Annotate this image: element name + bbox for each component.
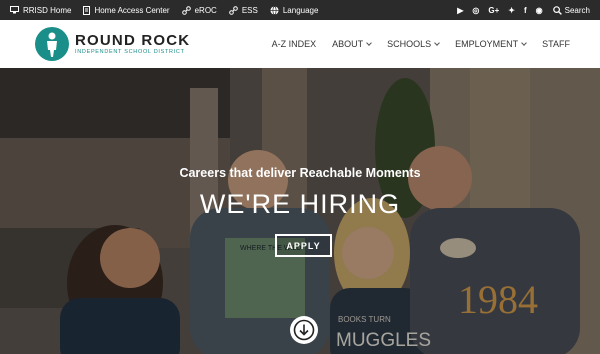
chevron-down-icon — [434, 40, 440, 46]
logo-subtitle: INDEPENDENT SCHOOL DISTRICT — [75, 49, 185, 55]
youtube-icon[interactable]: ▶ — [457, 6, 463, 15]
hero-title: WE'RE HIRING — [199, 189, 401, 219]
nav-item-label: EMPLOYMENT — [455, 39, 519, 49]
nav-item-staff[interactable]: STAFF — [542, 39, 570, 49]
search-icon — [552, 5, 562, 15]
topbar-link-label: Home Access Center — [94, 5, 170, 15]
instagram-icon[interactable]: ◎ — [472, 6, 479, 15]
topbar-link-label: ESS — [241, 5, 258, 15]
nav-item-label: A-Z INDEX — [271, 39, 317, 49]
logo-title: ROUND ROCK — [75, 32, 191, 49]
nav-item-label: SCHOOLS — [387, 39, 432, 49]
utility-bar: RRISD Home Home Access Center eROC ESS L… — [0, 0, 600, 20]
topbar-link-rrisd-home[interactable]: RRISD Home — [10, 6, 71, 15]
nav-item-about[interactable]: ABOUT — [332, 39, 372, 49]
search-link[interactable]: Search — [552, 5, 590, 15]
main-nav: A-Z INDEX ABOUT SCHOOLS EMPLOYMENT STAFF — [256, 39, 570, 49]
topbar-link-label: Language — [282, 5, 319, 15]
arrow-down-icon — [293, 319, 315, 341]
document-icon — [83, 5, 91, 15]
facebook-icon[interactable]: f — [524, 6, 527, 15]
rss-icon[interactable]: ◉ — [536, 6, 543, 15]
site-header: ROUND ROCK INDEPENDENT SCHOOL DISTRICT A… — [0, 20, 600, 68]
hero-banner: WHERE THE WILD BOOKS TURN MUGGLES 1984 C… — [0, 68, 600, 354]
monitor-icon — [10, 6, 19, 14]
apply-button[interactable]: APPLY — [275, 234, 332, 257]
nav-item-label: ABOUT — [332, 39, 364, 49]
globe-icon — [270, 5, 279, 15]
social-links: ▶ ◎ G+ ✦ f ◉ — [448, 6, 542, 15]
district-logo[interactable]: ROUND ROCK INDEPENDENT SCHOOL DISTRICT — [35, 27, 190, 61]
twitter-icon[interactable]: ✦ — [508, 6, 515, 15]
topbar-link-home-access-center[interactable]: Home Access Center — [83, 5, 170, 15]
link-icon — [229, 5, 238, 15]
hero-subtitle: Careers that deliver Reachable Moments — [179, 166, 421, 180]
topbar-link-label: RRISD Home — [23, 5, 72, 15]
logo-emblem-icon — [35, 27, 69, 61]
topbar-link-ess[interactable]: ESS — [229, 6, 258, 15]
topbar-link-eroc[interactable]: eROC — [181, 5, 217, 15]
scroll-down-button[interactable] — [290, 316, 318, 344]
nav-item-az-index[interactable]: A-Z INDEX — [272, 39, 317, 49]
search-label: Search — [564, 5, 590, 15]
topbar-link-label: eROC — [194, 5, 217, 15]
chevron-down-icon — [366, 40, 372, 46]
nav-item-label: STAFF — [542, 39, 570, 49]
link-icon — [181, 5, 191, 15]
topbar-link-language[interactable]: Language — [270, 5, 319, 15]
nav-item-schools[interactable]: SCHOOLS — [387, 39, 440, 49]
chevron-down-icon — [521, 40, 527, 46]
nav-item-employment[interactable]: EMPLOYMENT — [455, 39, 527, 49]
google-plus-icon[interactable]: G+ — [488, 6, 499, 15]
